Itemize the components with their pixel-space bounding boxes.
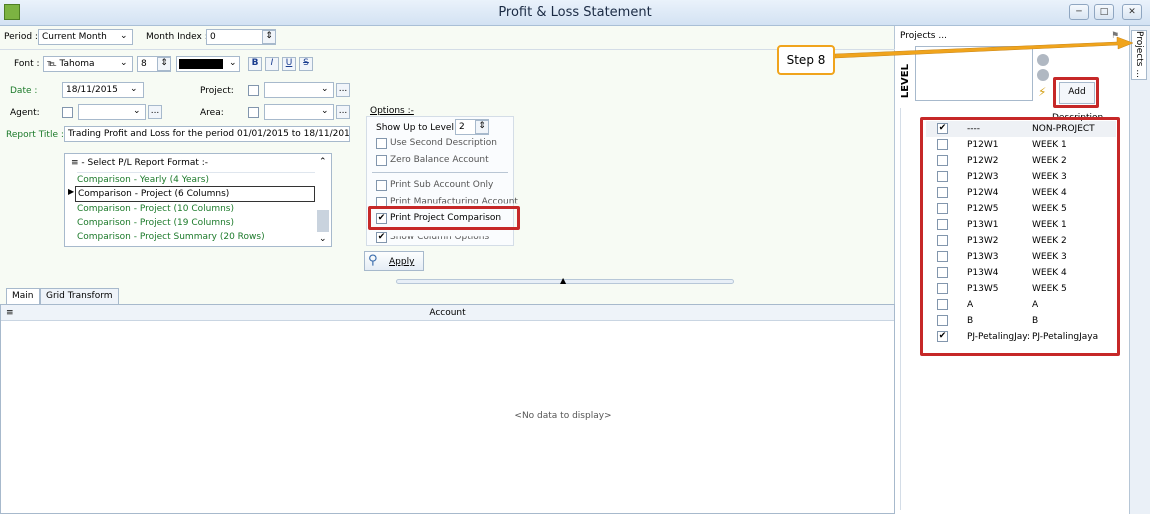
close-button[interactable]: ✕ — [1122, 4, 1142, 20]
list-item[interactable]: Comparison - Project (10 Columns) — [77, 202, 315, 216]
use-second-description-label: Use Second Description — [390, 138, 497, 148]
list-item[interactable]: Comparison - Yearly (4 Years) — [77, 172, 315, 187]
show-up-to-level-label: Show Up to Level — [376, 123, 454, 133]
window-title: Profit & Loss Statement — [498, 5, 652, 20]
underline-button[interactable]: U — [282, 57, 296, 71]
report-title-label: Report Title : — [6, 130, 64, 140]
project-label: Project: — [200, 86, 234, 96]
print-sub-account-checkbox[interactable] — [376, 180, 387, 191]
list-item-selected[interactable]: Comparison - Project (6 Columns) — [75, 186, 315, 202]
agent-browse-button[interactable]: ... — [148, 105, 162, 119]
zero-balance-checkbox[interactable] — [376, 155, 387, 166]
area-checkbox[interactable] — [248, 107, 259, 118]
date-value: 18/11/2015 — [66, 85, 118, 95]
tab-main[interactable]: Main — [6, 288, 40, 304]
side-tab-strip — [1129, 26, 1150, 514]
row-pointer-icon: ▶ — [68, 187, 75, 196]
month-index-spinner[interactable]: ⇕ — [262, 30, 276, 44]
list-item[interactable]: Comparison - Project (19 Columns) — [77, 216, 315, 230]
period-select[interactable]: Current Month — [38, 29, 133, 45]
area-browse-button[interactable]: ... — [336, 105, 350, 119]
italic-button[interactable]: I — [265, 57, 279, 71]
divider — [900, 108, 901, 510]
period-label: Period : — [4, 32, 38, 42]
divider — [0, 49, 895, 50]
report-title-input[interactable]: Trading Profit and Loss for the period 0… — [64, 126, 350, 142]
project-checkbox[interactable] — [248, 85, 259, 96]
lightning-icon[interactable]: ⚡ — [1038, 85, 1046, 99]
maximize-button[interactable]: □ — [1094, 4, 1114, 20]
period-value: Current Month — [42, 32, 107, 42]
chevron-down-icon: ⌄ — [120, 58, 128, 68]
font-size-spinner[interactable]: ⇕ — [157, 57, 171, 71]
chevron-down-icon: ⌄ — [120, 31, 128, 41]
level-spinner[interactable]: ⇕ — [475, 120, 489, 134]
callout-arrow — [835, 36, 1134, 59]
date-label: Date : — [10, 86, 38, 96]
project-browse-button[interactable]: ... — [336, 83, 350, 97]
chevron-down-icon: ⌄ — [229, 58, 237, 68]
font-value: Tahoma — [59, 59, 95, 69]
list-item[interactable]: Comparison - Project Summary (20 Rows) — [77, 230, 315, 244]
font-label: Font : — [14, 59, 40, 69]
font-size-value: 8 — [141, 59, 147, 69]
magnifier-icon: ⚲ — [368, 253, 378, 268]
use-second-description-checkbox[interactable] — [376, 138, 387, 149]
scrollbar-thumb[interactable] — [317, 210, 329, 232]
chevron-down-icon: ⌄ — [319, 234, 327, 244]
show-column-options-checkbox[interactable]: ✔ — [376, 232, 387, 243]
column-account[interactable]: Account — [0, 306, 895, 320]
font-icon: ℡ — [47, 59, 60, 69]
highlight-box — [920, 117, 1120, 356]
report-format-list[interactable]: ≡ - Select P/L Report Format :- ⌃ Compar… — [64, 153, 332, 247]
zero-balance-label: Zero Balance Account — [390, 155, 489, 165]
agent-checkbox[interactable] — [62, 107, 73, 118]
chevron-down-icon: ⌄ — [321, 84, 329, 94]
agent-label: Agent: — [10, 108, 40, 118]
report-title-value: Trading Profit and Loss for the period 0… — [68, 129, 350, 139]
chevron-down-icon: ⌄ — [321, 106, 329, 116]
month-index-value: 0 — [210, 32, 216, 42]
strikethrough-button[interactable]: S — [299, 57, 313, 71]
report-format-header: ≡ - Select P/L Report Format :- — [71, 158, 209, 168]
level-value: 2 — [459, 122, 465, 132]
chevron-down-icon: ⌄ — [133, 106, 141, 116]
print-sub-account-label: Print Sub Account Only — [390, 180, 494, 190]
chevron-up-icon: ▲ — [560, 276, 567, 285]
highlight-box — [368, 206, 520, 230]
highlight-box — [1053, 77, 1099, 108]
tab-grid-transform[interactable]: Grid Transform — [40, 288, 119, 304]
chevron-up-icon: ⌃ — [319, 157, 327, 167]
month-index-label: Month Index : — [146, 32, 208, 42]
area-label: Area: — [200, 108, 224, 118]
apply-button[interactable]: ⚲ Apply — [364, 251, 424, 271]
chevron-down-icon: ⌄ — [130, 84, 138, 94]
apply-label: Apply — [389, 257, 415, 267]
step-callout: Step 8 — [777, 45, 835, 75]
minimize-button[interactable]: ─ — [1069, 4, 1089, 20]
bold-button[interactable]: B — [248, 57, 262, 71]
divider — [372, 172, 508, 173]
